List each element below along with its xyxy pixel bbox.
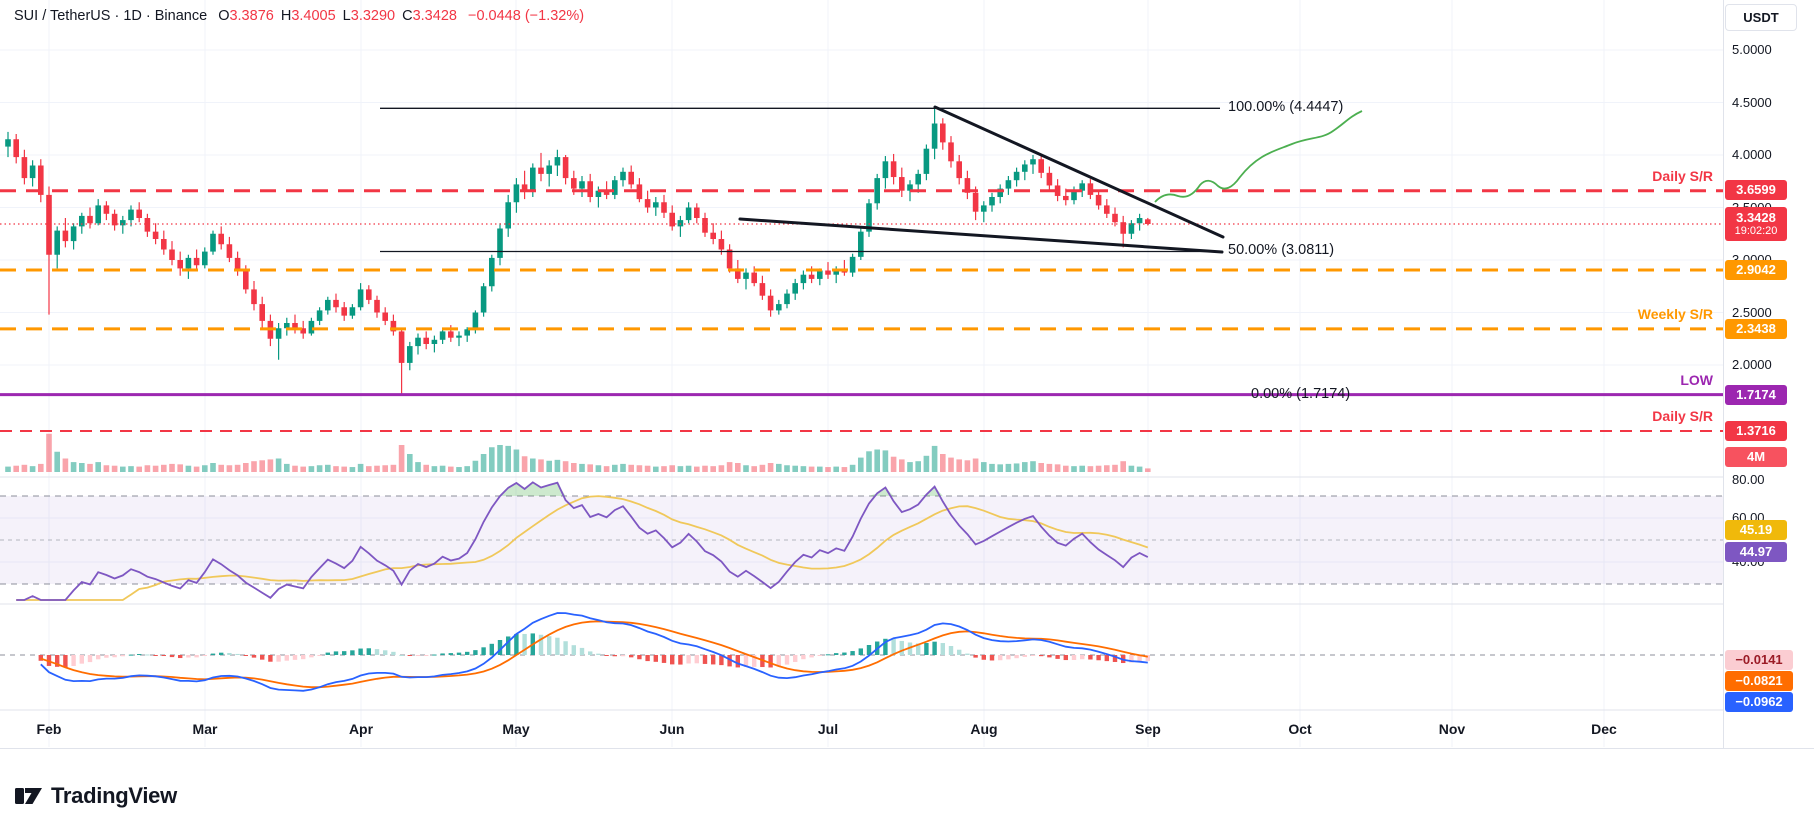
descending-trendlines[interactable]: [740, 107, 1223, 252]
low-line-label: LOW: [1680, 372, 1713, 388]
daily-sr-lower-line-label: Daily S/R: [1652, 408, 1713, 424]
macd-signal-badge: −0.0821: [1725, 671, 1793, 691]
ohlc-c: C3.3428: [402, 8, 464, 24]
weekly-sr-badge: 2.3438: [1725, 319, 1787, 339]
fib-level-label[interactable]: 50.00% (3.0811): [1228, 242, 1334, 258]
time-axis-month[interactable]: Dec: [1591, 721, 1617, 737]
price-tick: 2.0000: [1732, 356, 1772, 374]
fib-retracement[interactable]: [380, 108, 1220, 394]
price-axis[interactable]: [1723, 0, 1814, 748]
tradingview-logo-text: TradingView: [51, 783, 177, 809]
time-axis-month[interactable]: Oct: [1288, 721, 1311, 737]
weekly-sr-line-label: Weekly S/R: [1638, 306, 1713, 322]
price-tick: 4.5000: [1732, 94, 1772, 112]
time-axis-border: [0, 748, 1814, 749]
time-axis-month[interactable]: May: [502, 721, 529, 737]
price-tick: 5.0000: [1732, 41, 1772, 59]
symbol-title: SUI / TetherUS · 1D · Binance: [14, 8, 207, 24]
time-axis-month[interactable]: Jul: [818, 721, 838, 737]
time-axis-month[interactable]: Aug: [970, 721, 997, 737]
macd-hist-badge: −0.0141: [1725, 650, 1793, 670]
chart-canvas[interactable]: [0, 0, 1814, 822]
rsi-tick: 80.00: [1732, 471, 1765, 489]
tradingview-chart-window: SUI / TetherUS · 1D · Binance O3.3876H3.…: [0, 0, 1814, 822]
daily-sr-upper-badge: 3.6599: [1725, 180, 1787, 200]
fib-level-label[interactable]: 100.00% (4.4447): [1228, 99, 1343, 115]
daily-sr-lower-badge: 1.3716: [1725, 421, 1787, 441]
low-badge: 1.7174: [1725, 385, 1787, 405]
time-axis-month[interactable]: Sep: [1135, 721, 1161, 737]
price-tick: 4.0000: [1732, 146, 1772, 164]
symbol-legend[interactable]: SUI / TetherUS · 1D · Binance O3.3876H3.…: [14, 8, 584, 24]
change-value: −0.0448 (−1.32%): [468, 8, 584, 24]
countdown-timer: 19:02:20: [1725, 225, 1787, 238]
tradingview-logo-icon: [14, 781, 44, 811]
time-axis-month[interactable]: Mar: [193, 721, 218, 737]
rsi-badge: 44.97: [1725, 542, 1787, 562]
daily-sr-upper-line-label: Daily S/R: [1652, 168, 1713, 184]
fib-level-label[interactable]: 0.00% (1.7174): [1251, 386, 1350, 402]
ohlc-h: H3.4005: [281, 8, 343, 24]
volume-badge: 4M: [1725, 447, 1787, 467]
time-axis-month[interactable]: Jun: [660, 721, 685, 737]
ohlc-o: O3.3876: [218, 8, 281, 24]
projection-curve[interactable]: [1155, 111, 1362, 202]
tradingview-logo[interactable]: TradingView: [14, 781, 177, 811]
last-price-badge: 3.342819:02:20: [1725, 207, 1787, 241]
gridlines: [0, 0, 1723, 747]
volume-series[interactable]: [5, 434, 1150, 472]
rsi-ma-badge: 45.19: [1725, 520, 1787, 540]
support-badge: 2.9042: [1725, 260, 1787, 280]
time-axis-month[interactable]: Feb: [37, 721, 62, 737]
currency-button[interactable]: USDT: [1725, 4, 1797, 31]
ohlc-l: L3.3290: [343, 8, 402, 24]
macd-line-badge: −0.0962: [1725, 692, 1793, 712]
time-axis-month[interactable]: Apr: [349, 721, 373, 737]
time-axis-month[interactable]: Nov: [1439, 721, 1465, 737]
rsi-band: [0, 496, 1723, 584]
ohlc-values: O3.3876H3.4005L3.3290C3.3428: [218, 8, 464, 24]
